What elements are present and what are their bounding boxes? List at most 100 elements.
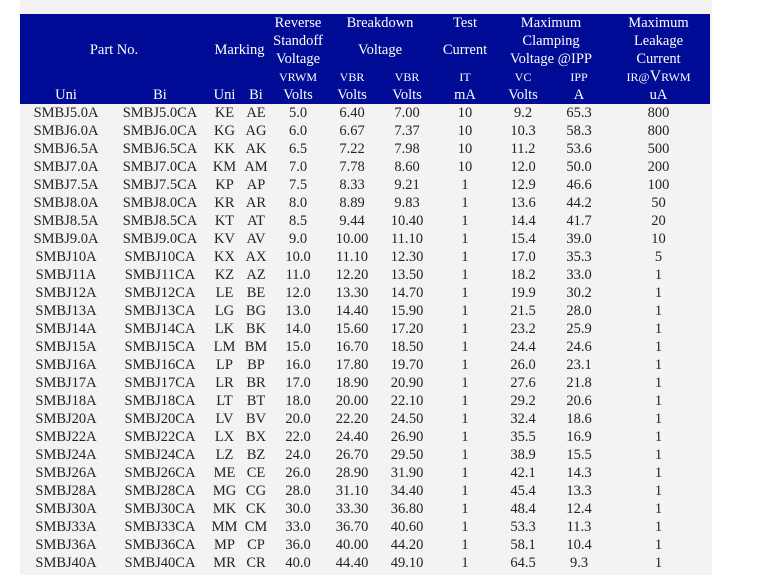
cell-part-uni: SMBJ11A [35, 267, 97, 283]
cell-vbr-min: 44.40 [335, 555, 369, 571]
cell-vbr-min: 20.00 [335, 393, 369, 409]
cell-part-bi: SMBJ8.0CA [122, 195, 198, 211]
cell-it: 1 [461, 213, 469, 229]
cell-it: 10 [457, 105, 473, 121]
symbol-it: IT [435, 68, 495, 86]
cell-vrwm: 40.0 [285, 555, 311, 571]
cell-vc: 64.5 [510, 555, 536, 571]
cell-ir: 1 [654, 429, 663, 445]
cell-it: 1 [461, 537, 469, 553]
cell-it: 1 [461, 267, 469, 283]
cell-it: 1 [461, 195, 469, 211]
cell-it: 1 [461, 501, 469, 517]
header-clamping-line1: Maximum [495, 14, 608, 32]
header-leakage-line1: Maximum [607, 14, 711, 32]
cell-part-uni: SMBJ7.0A [33, 159, 99, 175]
cell-ipp: 58.3 [566, 123, 592, 139]
cell-vbr-min: 24.40 [335, 429, 369, 445]
table-row: SMBJ20A SMBJ20CA LV BV 20.0 22.20 24.50 1 32.4 18… [20, 410, 710, 428]
cell-part-bi: SMBJ5.0CA [122, 105, 198, 121]
cell-part-bi: SMBJ33CA [124, 519, 196, 535]
cell-part-bi: SMBJ24CA [124, 447, 196, 463]
cell-vrwm: 16.0 [285, 357, 311, 373]
cell-ir: 5 [654, 249, 663, 265]
cell-ir: 1 [654, 519, 663, 535]
table-row: SMBJ36A SMBJ36CA MP CP 36.0 40.00 44.20 1 58.1 10… [20, 536, 710, 554]
cell-mark-uni: LK [214, 321, 235, 337]
cell-vc: 19.9 [510, 285, 536, 301]
cell-it: 1 [461, 177, 469, 193]
header-reverse-standoff: Reverse Standoff Voltage [271, 14, 325, 68]
table-row: SMBJ26A SMBJ26CA ME CE 26.0 28.90 31.90 1 42.1 14… [20, 464, 710, 482]
cell-vbr-max: 13.50 [390, 267, 424, 283]
cell-mark-uni: LZ [215, 447, 234, 463]
subheader-mark-bi: Bi [241, 86, 271, 104]
header-leakage-line3: Current [607, 50, 711, 68]
unit-ir: uA [607, 86, 711, 104]
cell-ipp: 53.6 [566, 141, 592, 157]
table-row: SMBJ33A SMBJ33CA MM CM 33.0 36.70 40.60 1 53.3 11… [20, 518, 710, 536]
cell-mark-bi: AE [246, 105, 266, 121]
table-row: SMBJ7.5A SMBJ7.5CA KP AP 7.5 8.33 9.21 1 12.9 46.… [20, 176, 710, 194]
cell-mark-bi: BG [245, 303, 267, 319]
cell-ipp: 24.6 [566, 339, 592, 355]
cell-part-bi: SMBJ6.5CA [122, 141, 198, 157]
cell-mark-bi: AX [245, 249, 267, 265]
cell-part-uni: SMBJ40A [35, 555, 97, 571]
cell-vc: 13.6 [510, 195, 536, 211]
cell-vbr-min: 6.40 [339, 105, 365, 121]
header-clamping-line3: Voltage @IPP [495, 50, 608, 68]
cell-vbr-max: 24.50 [390, 411, 424, 427]
cell-ipp: 13.3 [566, 483, 592, 499]
cell-mark-bi: CK [245, 501, 267, 517]
cell-mark-bi: BE [246, 285, 266, 301]
cell-ipp: 14.3 [566, 465, 592, 481]
cell-part-uni: SMBJ14A [35, 321, 97, 337]
cell-vbr-max: 12.30 [390, 249, 424, 265]
cell-ipp: 28.0 [566, 303, 592, 319]
table-row: SMBJ5.0A SMBJ5.0CA KE AE 5.0 6.40 7.00 10 9.2 65.… [20, 104, 710, 122]
cell-ir: 100 [647, 177, 670, 193]
header-reverse-line2: Standoff [273, 33, 323, 49]
symbol-vbr-min: VBR [325, 68, 379, 86]
header-breakdown-line2: Voltage [325, 32, 435, 68]
cell-vbr-max: 19.70 [390, 357, 424, 373]
cell-ipp: 44.2 [566, 195, 592, 211]
cell-vbr-min: 15.60 [335, 321, 369, 337]
cell-vrwm: 26.0 [285, 465, 311, 481]
cell-part-bi: SMBJ22CA [124, 429, 196, 445]
cell-ir: 200 [647, 159, 670, 175]
cell-vrwm: 8.0 [288, 195, 308, 211]
cell-mark-bi: AG [245, 123, 267, 139]
cell-ipp: 15.5 [566, 447, 592, 463]
cell-part-uni: SMBJ8.5A [33, 213, 99, 229]
table-body: SMBJ5.0A SMBJ5.0CA KE AE 5.0 6.40 7.00 10 9.2 65.… [20, 104, 710, 572]
cell-vrwm: 17.0 [285, 375, 311, 391]
cell-mark-bi: AM [244, 159, 268, 175]
unit-it: mA [435, 86, 495, 104]
cell-vbr-min: 10.00 [335, 231, 369, 247]
cell-it: 1 [461, 555, 469, 571]
cell-part-uni: SMBJ9.0A [33, 231, 99, 247]
cell-vrwm: 11.0 [285, 267, 311, 283]
cell-it: 1 [461, 285, 469, 301]
cell-mark-bi: CG [245, 483, 267, 499]
cell-vbr-min: 7.78 [339, 159, 365, 175]
cell-vbr-max: 29.50 [390, 447, 424, 463]
cell-part-bi: SMBJ12CA [124, 285, 196, 301]
cell-vbr-max: 26.90 [390, 429, 424, 445]
cell-part-bi: SMBJ30CA [124, 501, 196, 517]
cell-part-uni: SMBJ30A [35, 501, 97, 517]
cell-part-bi: SMBJ40CA [124, 555, 196, 571]
cell-vc: 27.6 [510, 375, 536, 391]
cell-vrwm: 15.0 [285, 339, 311, 355]
cell-part-bi: SMBJ16CA [124, 357, 196, 373]
cell-vrwm: 10.0 [285, 249, 311, 265]
table-row: SMBJ40A SMBJ40CA MR CR 40.0 44.40 49.10 1 64.5 9.… [20, 554, 710, 572]
cell-mark-bi: AR [245, 195, 267, 211]
cell-ipp: 33.0 [566, 267, 592, 283]
cell-vbr-max: 22.10 [390, 393, 424, 409]
table-row: SMBJ6.0A SMBJ6.0CA KG AG 6.0 6.67 7.37 10 10.3 58… [20, 122, 710, 140]
cell-ir: 1 [654, 375, 663, 391]
cell-part-uni: SMBJ18A [35, 393, 97, 409]
